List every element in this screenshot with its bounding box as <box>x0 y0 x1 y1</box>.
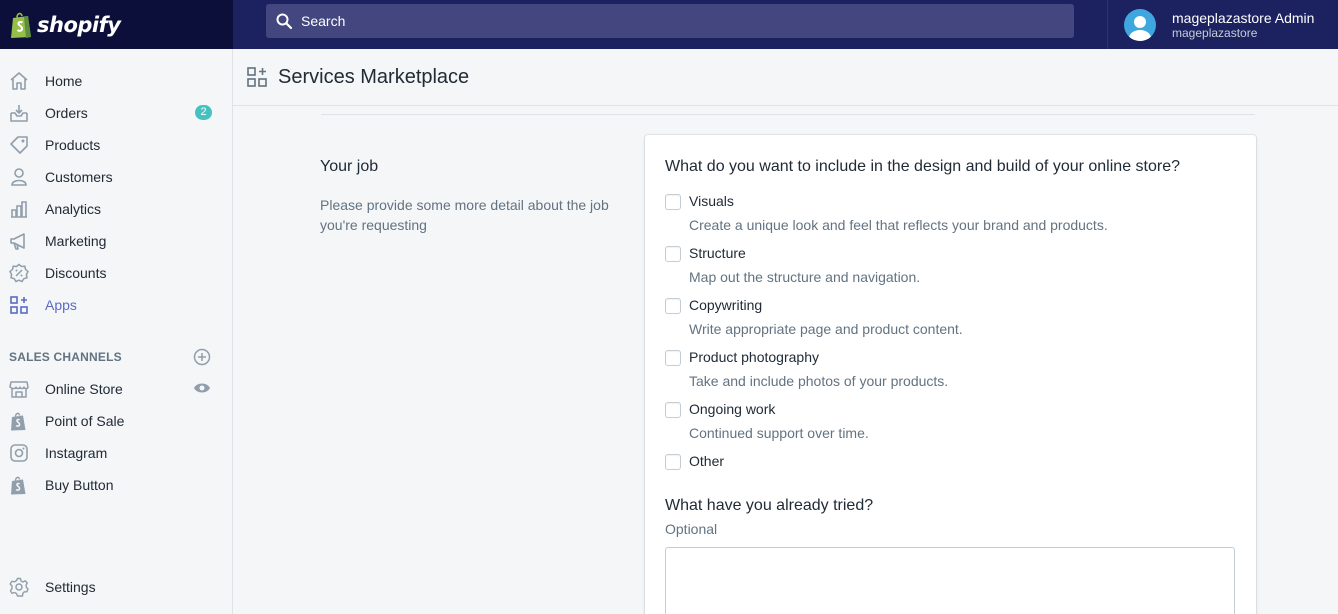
apps-icon <box>8 294 30 316</box>
sidebar-item-label: Settings <box>45 579 96 595</box>
section-description: Please provide some more detail about th… <box>320 197 609 233</box>
visuals-checkbox[interactable] <box>665 194 681 210</box>
option-label: Product photography <box>689 349 819 365</box>
sidebar-item-label: Buy Button <box>45 477 114 493</box>
question-heading: What do you want to include in the desig… <box>665 158 1180 175</box>
shopify-logo[interactable]: shopify <box>0 0 233 49</box>
shopify-bag-icon <box>8 474 30 496</box>
option-help-text: Map out the structure and navigation. <box>689 269 921 285</box>
shopify-bag-icon <box>11 12 31 38</box>
sidebar-item-customers[interactable]: Customers <box>0 161 232 193</box>
sidebar-item-label: Analytics <box>45 201 102 217</box>
megaphone-icon <box>8 230 30 252</box>
sidebar-item-label: Instagram <box>45 445 108 461</box>
sidebar-item-label: Customers <box>45 169 113 185</box>
orders-icon <box>8 102 30 124</box>
tag-icon <box>8 134 30 156</box>
search-input[interactable]: Search <box>266 4 1074 38</box>
gear-icon <box>8 576 30 598</box>
option-help-text: Continued support over time. <box>689 425 869 441</box>
sidebar-item-label: Marketing <box>45 233 107 249</box>
sidebar-item-label: Discounts <box>45 265 107 281</box>
sidebar-item-settings[interactable]: Settings <box>0 571 232 603</box>
sidebar-item-discounts[interactable]: Discounts <box>0 257 232 289</box>
user-name: mageplazastore Admin <box>1172 9 1315 26</box>
sidebar-item-buy-button[interactable]: Buy Button <box>0 469 232 501</box>
page-title: Services Marketplace <box>278 65 470 88</box>
page-header: Services Marketplace <box>233 49 1338 106</box>
bar-chart-icon <box>8 198 30 220</box>
search-icon <box>276 13 292 29</box>
home-icon <box>8 70 30 92</box>
add-sales-channel-icon[interactable] <box>193 348 211 366</box>
main-content: Services Marketplace Your job Please pro… <box>233 49 1338 614</box>
view-online-store-icon[interactable] <box>193 381 211 395</box>
section-title: Your job <box>320 158 379 175</box>
orders-count-badge: 2 <box>195 105 212 120</box>
sidebar-item-analytics[interactable]: Analytics <box>0 193 232 225</box>
option-label: Structure <box>689 245 746 261</box>
store-name: mageplazastore <box>1172 25 1258 40</box>
sidebar-item-label: Products <box>45 137 101 153</box>
sidebar-item-home[interactable]: Home <box>0 65 232 97</box>
option-label: Ongoing work <box>689 401 776 417</box>
sales-channels-heading: SALES CHANNELS <box>9 350 122 364</box>
optional-label: Optional <box>665 521 718 537</box>
sidebar: Home Orders 2 Products Customers Analyti… <box>0 49 233 614</box>
structure-checkbox[interactable] <box>665 246 681 262</box>
sidebar-item-orders[interactable]: Orders 2 <box>0 97 232 129</box>
sidebar-item-products[interactable]: Products <box>0 129 232 161</box>
search-placeholder: Search <box>301 13 346 29</box>
option-label: Visuals <box>689 193 734 209</box>
instagram-icon <box>8 442 30 464</box>
shopify-bag-icon <box>8 410 30 432</box>
ongoing-work-checkbox[interactable] <box>665 402 681 418</box>
discount-icon <box>8 262 30 284</box>
person-icon <box>8 166 30 188</box>
already-tried-heading: What have you already tried? <box>665 497 874 514</box>
divider <box>321 114 1255 115</box>
sidebar-item-apps[interactable]: Apps <box>0 289 232 321</box>
sidebar-item-point-of-sale[interactable]: Point of Sale <box>0 405 232 437</box>
option-label: Other <box>689 453 725 469</box>
sidebar-item-label: Apps <box>45 297 77 313</box>
copywriting-checkbox[interactable] <box>665 298 681 314</box>
other-checkbox[interactable] <box>665 454 681 470</box>
store-icon <box>8 378 30 400</box>
sidebar-item-label: Online Store <box>45 381 123 397</box>
option-help-text: Create a unique look and feel that refle… <box>689 217 1108 233</box>
sidebar-item-label: Orders <box>45 105 88 121</box>
option-help-text: Write appropriate page and product conte… <box>689 321 963 337</box>
sidebar-item-instagram[interactable]: Instagram <box>0 437 232 469</box>
user-menu[interactable]: mageplazastore Admin mageplazastore <box>1107 0 1338 49</box>
sidebar-item-marketing[interactable]: Marketing <box>0 225 232 257</box>
user-avatar-icon <box>1129 15 1151 41</box>
apps-icon <box>247 67 267 87</box>
top-bar: shopify Search mageplazastore Admin mage… <box>0 0 1338 49</box>
option-help-text: Take and include photos of your products… <box>689 373 949 389</box>
sidebar-item-label: Home <box>45 73 83 89</box>
avatar <box>1124 8 1156 41</box>
product-photography-checkbox[interactable] <box>665 350 681 366</box>
sidebar-item-label: Point of Sale <box>45 413 125 429</box>
option-label: Copywriting <box>689 297 763 313</box>
job-details-card: What do you want to include in the desig… <box>645 135 1256 614</box>
brand-name: shopify <box>37 12 121 37</box>
already-tried-textarea[interactable] <box>665 547 1235 614</box>
